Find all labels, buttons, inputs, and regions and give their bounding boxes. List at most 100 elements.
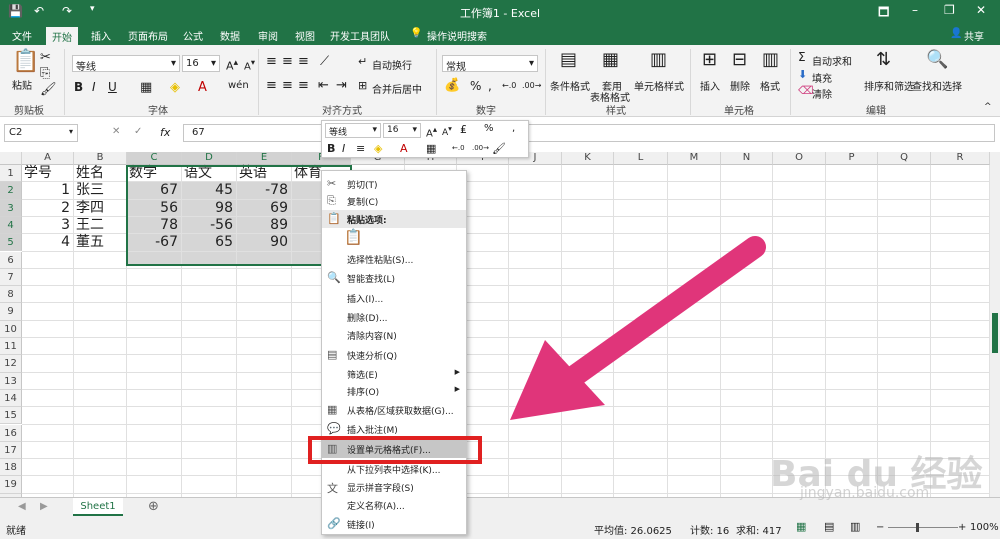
- normal-view-icon[interactable]: ▦: [796, 520, 806, 533]
- row-header-11[interactable]: 11: [0, 338, 22, 356]
- find-icon[interactable]: 🔍: [926, 51, 948, 69]
- row-header-3[interactable]: 3: [0, 199, 22, 217]
- mini-italic-button[interactable]: I: [342, 142, 345, 155]
- sort-filter-icon[interactable]: ⇅: [876, 51, 891, 69]
- column-header-m[interactable]: M: [668, 152, 721, 165]
- menu-item-table[interactable]: ▦ 从表格/区域获取数据(G)...: [322, 401, 466, 419]
- enter-icon[interactable]: ✓: [134, 127, 142, 137]
- select-all-corner[interactable]: [0, 152, 22, 165]
- column-header-e[interactable]: E: [237, 152, 292, 165]
- bold-button[interactable]: B: [74, 80, 83, 94]
- merge-center-button[interactable]: 合并后居中: [372, 81, 422, 96]
- ribbon-display-options-icon[interactable]: 🗖: [878, 3, 889, 24]
- borders-icon[interactable]: ▦: [140, 81, 152, 94]
- autosum-button[interactable]: 自动求和: [812, 53, 852, 68]
- tab-insert[interactable]: 插入: [91, 28, 111, 43]
- increase-font-icon[interactable]: A▴: [226, 57, 238, 73]
- close-button[interactable]: ✕: [976, 3, 986, 17]
- row-header-12[interactable]: 12: [0, 355, 22, 373]
- underline-button[interactable]: U: [108, 80, 117, 94]
- align-bottom-icon[interactable]: ≡: [298, 55, 309, 68]
- menu-item-scissors[interactable]: ✂ 剪切(T): [322, 175, 466, 193]
- sheet-tab-sheet1[interactable]: Sheet1: [73, 498, 123, 516]
- column-header-d[interactable]: D: [182, 152, 237, 165]
- zoom-level[interactable]: 100%: [970, 522, 999, 533]
- cell-b5[interactable]: 董五: [76, 234, 123, 251]
- menu-item-phonetic[interactable]: 文显示拼音字段(S): [322, 478, 466, 496]
- currency-icon[interactable]: 💰: [444, 79, 460, 92]
- mini-bold-button[interactable]: B: [327, 142, 335, 155]
- column-header-a[interactable]: A: [22, 152, 74, 165]
- row-header-8[interactable]: 8: [0, 286, 22, 304]
- format-as-table-icon[interactable]: ▦: [602, 51, 619, 69]
- autosum-icon[interactable]: Σ: [798, 51, 806, 63]
- font-name-select[interactable]: 等线 ▾: [72, 55, 180, 73]
- format-button[interactable]: 格式: [760, 78, 780, 93]
- row-header-6[interactable]: 6: [0, 251, 22, 269]
- tab-view[interactable]: 视图: [295, 28, 315, 43]
- wrap-text-icon[interactable]: ↵: [358, 56, 367, 67]
- align-top-icon[interactable]: ≡: [266, 55, 277, 68]
- formula-input[interactable]: 67: [183, 124, 995, 142]
- cell-b4[interactable]: 王二: [76, 217, 123, 234]
- cell-b2[interactable]: 张三: [76, 182, 123, 199]
- cell-a1[interactable]: 学号: [24, 165, 70, 182]
- menu-item-item-8[interactable]: 清除内容(N): [322, 326, 466, 344]
- scrollbar-thumb[interactable]: [992, 313, 998, 353]
- find-select-button[interactable]: 查找和选择: [912, 78, 962, 93]
- italic-button[interactable]: I: [92, 80, 96, 94]
- delete-cells-button[interactable]: 删除: [730, 78, 750, 93]
- mini-size-select[interactable]: 16 ▾: [383, 123, 421, 138]
- row-header-1[interactable]: 1: [0, 165, 22, 183]
- column-header-q[interactable]: Q: [878, 152, 931, 165]
- row-header-4[interactable]: 4: [0, 216, 22, 235]
- menu-item-paste-option[interactable]: 📋: [322, 226, 466, 248]
- insert-function-icon[interactable]: fx: [160, 126, 170, 139]
- tab-file[interactable]: 文件: [12, 28, 32, 43]
- menu-item-smart-lookup[interactable]: 🔍 智能查找(L): [322, 269, 466, 287]
- clear-button[interactable]: 清除: [812, 86, 832, 101]
- row-header-15[interactable]: 15: [0, 407, 22, 425]
- menu-item-link[interactable]: 🔗 链接(I): [322, 515, 466, 533]
- font-size-select[interactable]: 16 ▾: [182, 55, 220, 72]
- cell-a5[interactable]: 4: [24, 234, 70, 251]
- menu-item-item-17[interactable]: 定义名称(A)...: [322, 496, 466, 514]
- cell-styles-icon[interactable]: ▥: [650, 51, 667, 69]
- cancel-icon[interactable]: ✕: [112, 127, 120, 137]
- zoom-in-icon[interactable]: +: [958, 522, 966, 533]
- zoom-slider[interactable]: [888, 527, 958, 528]
- column-header-r[interactable]: R: [931, 152, 990, 165]
- mini-increase-font-icon[interactable]: A▴: [426, 124, 437, 139]
- insert-cells-button[interactable]: 插入: [700, 78, 720, 93]
- column-header-o[interactable]: O: [773, 152, 826, 165]
- restore-button[interactable]: ❐: [944, 3, 955, 17]
- menu-item-item-7[interactable]: 删除(D)...: [322, 308, 466, 326]
- conditional-format-button[interactable]: 条件格式: [550, 78, 590, 93]
- row-header-13[interactable]: 13: [0, 372, 22, 390]
- prev-sheet-icon[interactable]: ◀: [18, 501, 26, 512]
- mini-borders-icon[interactable]: ▦: [426, 142, 436, 155]
- next-sheet-icon[interactable]: ▶: [40, 501, 48, 512]
- orientation-icon[interactable]: ⟋: [320, 55, 329, 68]
- font-color-icon[interactable]: A: [198, 81, 207, 94]
- cell-b1[interactable]: 姓名: [76, 165, 123, 182]
- mini-comma-button[interactable]: ,: [512, 123, 515, 134]
- format-painter-icon[interactable]: 🖌: [40, 83, 57, 96]
- column-header-k[interactable]: K: [562, 152, 614, 165]
- column-header-l[interactable]: L: [614, 152, 668, 165]
- mini-increase-decimal-icon[interactable]: ←.0: [452, 144, 465, 152]
- zoom-slider-thumb[interactable]: [916, 523, 919, 532]
- row-header-5[interactable]: 5: [0, 234, 22, 252]
- mini-format-painter-icon[interactable]: 🖌: [492, 142, 506, 155]
- tell-me-search[interactable]: 操作说明搜索: [427, 28, 487, 43]
- share-button[interactable]: 共享: [964, 28, 984, 43]
- mini-decrease-decimal-icon[interactable]: .00→: [472, 144, 489, 152]
- sort-filter-button[interactable]: 排序和筛选: [864, 78, 914, 93]
- cell-styles-button[interactable]: 单元格样式: [634, 78, 684, 93]
- row-header-2[interactable]: 2: [0, 182, 22, 200]
- decrease-font-icon[interactable]: A▾: [244, 57, 255, 72]
- row-header-9[interactable]: 9: [0, 303, 22, 321]
- zoom-out-icon[interactable]: −: [876, 522, 884, 533]
- merge-icon[interactable]: ⊞: [358, 80, 367, 91]
- cell-a3[interactable]: 2: [24, 200, 70, 217]
